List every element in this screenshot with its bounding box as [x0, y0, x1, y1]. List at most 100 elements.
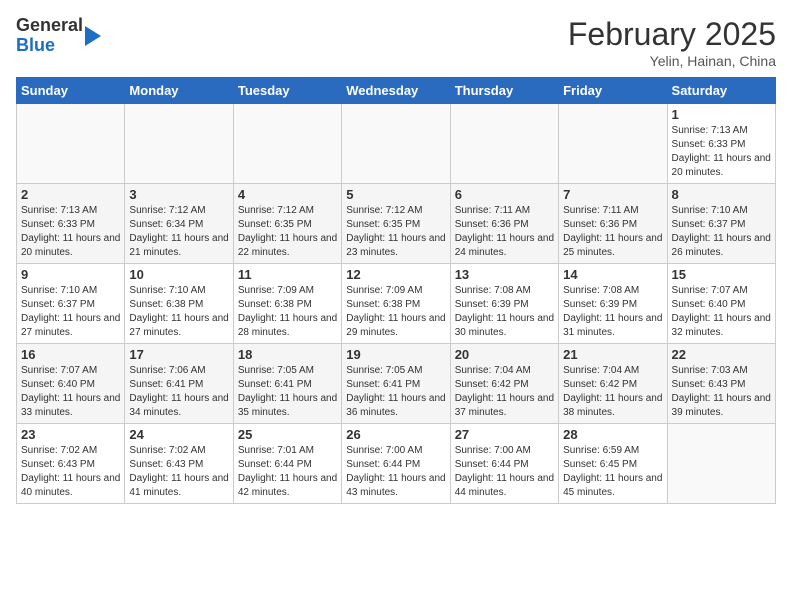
calendar-cell: 7 Sunrise: 7:11 AM Sunset: 6:36 PM Daylig…	[559, 184, 667, 264]
calendar-week-row: 23 Sunrise: 7:02 AM Sunset: 6:43 PM Dayli…	[17, 424, 776, 504]
day-info: Sunrise: 7:00 AM Sunset: 6:44 PM Dayligh…	[346, 444, 445, 500]
calendar-cell: 5Sunrise: 7:12 AM Sunset: 6:35 PM Daylig…	[342, 184, 450, 264]
calendar-cell: 13 Sunrise: 7:08 AM Sunset: 6:39 PM Dayli…	[450, 264, 558, 344]
day-info: Sunrise: 7:00 AM Sunset: 6:44 PM Dayligh…	[455, 444, 554, 500]
calendar-cell: 23 Sunrise: 7:02 AM Sunset: 6:43 PM Dayli…	[17, 424, 125, 504]
calendar-cell: 4 Sunrise: 7:12 AM Sunset: 6:35 PM Daylig…	[233, 184, 341, 264]
calendar-cell	[342, 104, 450, 184]
day-info: Sunrise: 7:08 AM Sunset: 6:39 PM Dayligh…	[455, 284, 554, 340]
calendar-cell: 8 Sunrise: 7:10 AM Sunset: 6:37 PM Daylig…	[667, 184, 775, 264]
calendar-cell: 27 Sunrise: 7:00 AM Sunset: 6:44 PM Dayli…	[450, 424, 558, 504]
day-number: 20	[455, 347, 554, 362]
day-number: 16	[21, 347, 120, 362]
weekday-header-friday: Friday	[559, 78, 667, 104]
day-info: Sunrise: 7:02 AM Sunset: 6:43 PM Dayligh…	[21, 444, 120, 500]
day-number: 17	[129, 347, 228, 362]
day-info: Sunrise: 7:08 AM Sunset: 6:39 PM Dayligh…	[563, 284, 662, 340]
day-info: Sunrise: 7:10 AM Sunset: 6:38 PM Dayligh…	[129, 284, 228, 340]
calendar-cell: 12Sunrise: 7:09 AM Sunset: 6:38 PM Dayli…	[342, 264, 450, 344]
location-subtitle: Yelin, Hainan, China	[568, 53, 776, 69]
day-number: 12	[346, 267, 445, 282]
calendar-cell: 21 Sunrise: 7:04 AM Sunset: 6:42 PM Dayli…	[559, 344, 667, 424]
weekday-header-saturday: Saturday	[667, 78, 775, 104]
day-info: Sunrise: 7:06 AM Sunset: 6:41 PM Dayligh…	[129, 364, 228, 420]
day-number: 23	[21, 427, 120, 442]
day-number: 8	[672, 187, 771, 202]
day-info: Sunrise: 7:04 AM Sunset: 6:42 PM Dayligh…	[563, 364, 662, 420]
day-info: Sunrise: 7:05 AM Sunset: 6:41 PM Dayligh…	[346, 364, 445, 420]
title-block: February 2025 Yelin, Hainan, China	[568, 16, 776, 69]
day-info: Sunrise: 7:12 AM Sunset: 6:35 PM Dayligh…	[238, 204, 337, 260]
weekday-header-wednesday: Wednesday	[342, 78, 450, 104]
calendar-header-row: SundayMondayTuesdayWednesdayThursdayFrid…	[17, 78, 776, 104]
day-info: Sunrise: 6:59 AM Sunset: 6:45 PM Dayligh…	[563, 444, 662, 500]
calendar-cell: 22 Sunrise: 7:03 AM Sunset: 6:43 PM Dayli…	[667, 344, 775, 424]
day-number: 13	[455, 267, 554, 282]
logo: General Blue	[16, 16, 101, 56]
day-number: 10	[129, 267, 228, 282]
day-info: Sunrise: 7:13 AM Sunset: 6:33 PM Dayligh…	[21, 204, 120, 260]
day-number: 28	[563, 427, 662, 442]
calendar-cell: 9Sunrise: 7:10 AM Sunset: 6:37 PM Daylig…	[17, 264, 125, 344]
logo-text: General Blue	[16, 16, 83, 56]
calendar-week-row: 9Sunrise: 7:10 AM Sunset: 6:37 PM Daylig…	[17, 264, 776, 344]
day-info: Sunrise: 7:13 AM Sunset: 6:33 PM Dayligh…	[672, 124, 771, 180]
day-number: 26	[346, 427, 445, 442]
day-number: 2	[21, 187, 120, 202]
day-number: 4	[238, 187, 337, 202]
day-number: 7	[563, 187, 662, 202]
calendar-cell: 3 Sunrise: 7:12 AM Sunset: 6:34 PM Daylig…	[125, 184, 233, 264]
calendar-cell: 18 Sunrise: 7:05 AM Sunset: 6:41 PM Dayli…	[233, 344, 341, 424]
weekday-header-thursday: Thursday	[450, 78, 558, 104]
weekday-header-tuesday: Tuesday	[233, 78, 341, 104]
calendar-cell: 17 Sunrise: 7:06 AM Sunset: 6:41 PM Dayli…	[125, 344, 233, 424]
day-info: Sunrise: 7:07 AM Sunset: 6:40 PM Dayligh…	[21, 364, 120, 420]
day-number: 25	[238, 427, 337, 442]
day-info: Sunrise: 7:01 AM Sunset: 6:44 PM Dayligh…	[238, 444, 337, 500]
calendar-cell	[667, 424, 775, 504]
calendar-cell: 25 Sunrise: 7:01 AM Sunset: 6:44 PM Dayli…	[233, 424, 341, 504]
day-number: 5	[346, 187, 445, 202]
calendar-cell: 24 Sunrise: 7:02 AM Sunset: 6:43 PM Dayli…	[125, 424, 233, 504]
calendar-cell: 11 Sunrise: 7:09 AM Sunset: 6:38 PM Dayli…	[233, 264, 341, 344]
day-number: 3	[129, 187, 228, 202]
calendar-cell: 16 Sunrise: 7:07 AM Sunset: 6:40 PM Dayli…	[17, 344, 125, 424]
day-number: 11	[238, 267, 337, 282]
calendar-table: SundayMondayTuesdayWednesdayThursdayFrid…	[16, 77, 776, 504]
logo-arrow-icon	[85, 26, 101, 46]
calendar-cell	[17, 104, 125, 184]
day-info: Sunrise: 7:09 AM Sunset: 6:38 PM Dayligh…	[238, 284, 337, 340]
logo-blue: Blue	[16, 36, 83, 56]
day-info: Sunrise: 7:10 AM Sunset: 6:37 PM Dayligh…	[21, 284, 120, 340]
day-info: Sunrise: 7:10 AM Sunset: 6:37 PM Dayligh…	[672, 204, 771, 260]
logo-general: General	[16, 16, 83, 36]
calendar-cell	[233, 104, 341, 184]
day-info: Sunrise: 7:03 AM Sunset: 6:43 PM Dayligh…	[672, 364, 771, 420]
calendar-cell: 14 Sunrise: 7:08 AM Sunset: 6:39 PM Dayli…	[559, 264, 667, 344]
day-info: Sunrise: 7:05 AM Sunset: 6:41 PM Dayligh…	[238, 364, 337, 420]
day-info: Sunrise: 7:02 AM Sunset: 6:43 PM Dayligh…	[129, 444, 228, 500]
day-number: 27	[455, 427, 554, 442]
calendar-cell: 1 Sunrise: 7:13 AM Sunset: 6:33 PM Daylig…	[667, 104, 775, 184]
day-number: 24	[129, 427, 228, 442]
day-number: 22	[672, 347, 771, 362]
day-number: 6	[455, 187, 554, 202]
day-number: 18	[238, 347, 337, 362]
day-info: Sunrise: 7:11 AM Sunset: 6:36 PM Dayligh…	[455, 204, 554, 260]
day-info: Sunrise: 7:07 AM Sunset: 6:40 PM Dayligh…	[672, 284, 771, 340]
calendar-cell	[450, 104, 558, 184]
calendar-cell: 28 Sunrise: 6:59 AM Sunset: 6:45 PM Dayli…	[559, 424, 667, 504]
calendar-cell: 10 Sunrise: 7:10 AM Sunset: 6:38 PM Dayli…	[125, 264, 233, 344]
day-number: 1	[672, 107, 771, 122]
page-header: General Blue February 2025 Yelin, Hainan…	[16, 16, 776, 69]
calendar-cell: 20Sunrise: 7:04 AM Sunset: 6:42 PM Dayli…	[450, 344, 558, 424]
day-number: 21	[563, 347, 662, 362]
calendar-cell: 15Sunrise: 7:07 AM Sunset: 6:40 PM Dayli…	[667, 264, 775, 344]
day-number: 19	[346, 347, 445, 362]
weekday-header-monday: Monday	[125, 78, 233, 104]
day-number: 14	[563, 267, 662, 282]
calendar-week-row: 16 Sunrise: 7:07 AM Sunset: 6:40 PM Dayli…	[17, 344, 776, 424]
day-info: Sunrise: 7:12 AM Sunset: 6:34 PM Dayligh…	[129, 204, 228, 260]
day-info: Sunrise: 7:11 AM Sunset: 6:36 PM Dayligh…	[563, 204, 662, 260]
calendar-cell: 2 Sunrise: 7:13 AM Sunset: 6:33 PM Daylig…	[17, 184, 125, 264]
